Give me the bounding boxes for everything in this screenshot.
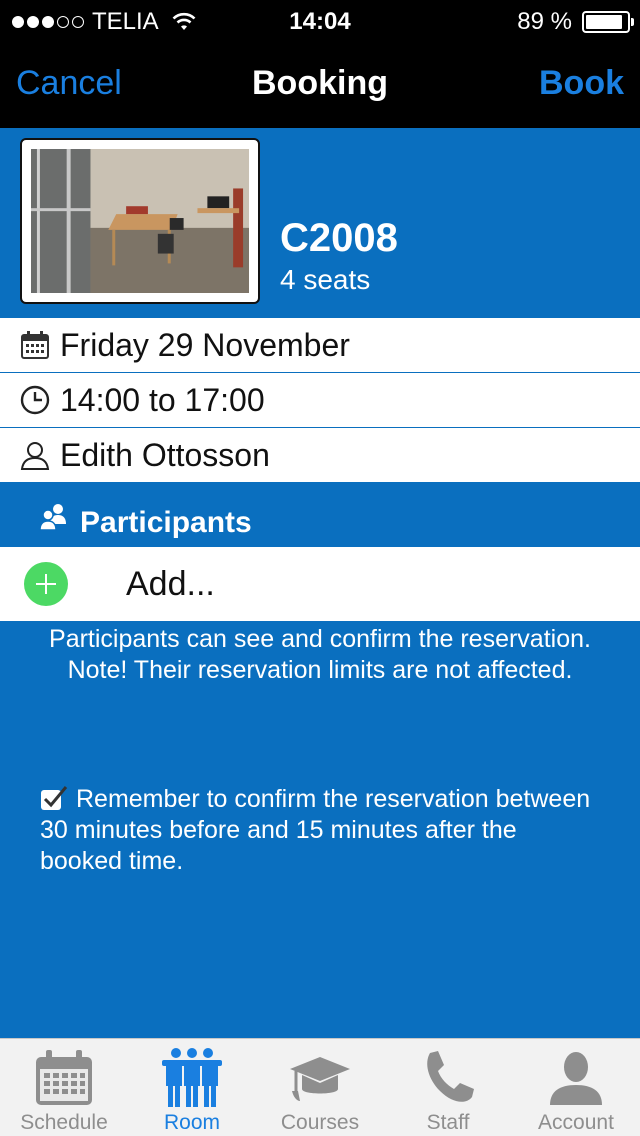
participants-heading: Participants bbox=[0, 485, 640, 547]
participants-title: Participants bbox=[80, 506, 252, 539]
book-button[interactable]: Book bbox=[539, 64, 624, 103]
add-participant-label: Add... bbox=[126, 564, 215, 603]
booking-time: 14:00 to 17:00 bbox=[60, 381, 265, 418]
tab-courses[interactable]: Courses bbox=[256, 1039, 384, 1136]
checkbox-icon bbox=[41, 786, 68, 810]
battery-percentage: 89 % bbox=[517, 8, 572, 35]
clock-icon bbox=[18, 383, 52, 417]
calendar-icon bbox=[0, 1047, 128, 1109]
tab-staff[interactable]: Staff bbox=[384, 1039, 512, 1136]
battery-status: 89 % bbox=[517, 8, 634, 36]
tab-bar: Schedule Room Courses Staff Account bbox=[0, 1038, 640, 1136]
user-icon bbox=[512, 1047, 640, 1109]
room-people-icon bbox=[128, 1047, 256, 1109]
graduation-cap-icon bbox=[256, 1047, 384, 1109]
room-header: C2008 4 seats bbox=[0, 128, 640, 318]
tab-label: Courses bbox=[280, 1111, 360, 1134]
add-plus-icon[interactable] bbox=[24, 562, 68, 606]
room-photo[interactable] bbox=[20, 138, 260, 304]
reminder-text: Remember to confirm the reservation betw… bbox=[40, 785, 591, 875]
status-bar: TELIA 14:04 89 % bbox=[0, 0, 640, 40]
time-row[interactable]: 14:00 to 17:00 bbox=[0, 373, 640, 428]
tab-label: Schedule bbox=[20, 1111, 108, 1134]
tab-schedule[interactable]: Schedule bbox=[0, 1039, 128, 1136]
calendar-icon bbox=[18, 328, 52, 362]
date-row[interactable]: Friday 29 November bbox=[0, 318, 640, 373]
confirm-reminder: Remember to confirm the reservation betw… bbox=[40, 784, 600, 877]
room-name: C2008 bbox=[280, 216, 398, 260]
booking-person: Edith Ottosson bbox=[60, 436, 270, 473]
room-seats: 4 seats bbox=[280, 264, 371, 295]
tab-label: Account bbox=[538, 1111, 614, 1134]
person-row[interactable]: Edith Ottosson bbox=[0, 428, 640, 483]
tab-label: Room bbox=[163, 1111, 221, 1134]
navigation-bar: Cancel Booking Book bbox=[0, 40, 640, 128]
add-participant-row[interactable]: Add... bbox=[0, 547, 640, 621]
tab-account[interactable]: Account bbox=[512, 1039, 640, 1136]
room-photo-image bbox=[31, 149, 249, 293]
tab-room[interactable]: Room bbox=[128, 1039, 256, 1136]
participants-icon bbox=[38, 500, 70, 532]
tab-label: Staff bbox=[426, 1111, 470, 1134]
phone-icon bbox=[384, 1047, 512, 1109]
booking-date: Friday 29 November bbox=[60, 326, 350, 363]
participants-note: Participants can see and confirm the res… bbox=[49, 625, 591, 684]
person-icon bbox=[18, 438, 52, 472]
battery-icon bbox=[582, 11, 634, 33]
